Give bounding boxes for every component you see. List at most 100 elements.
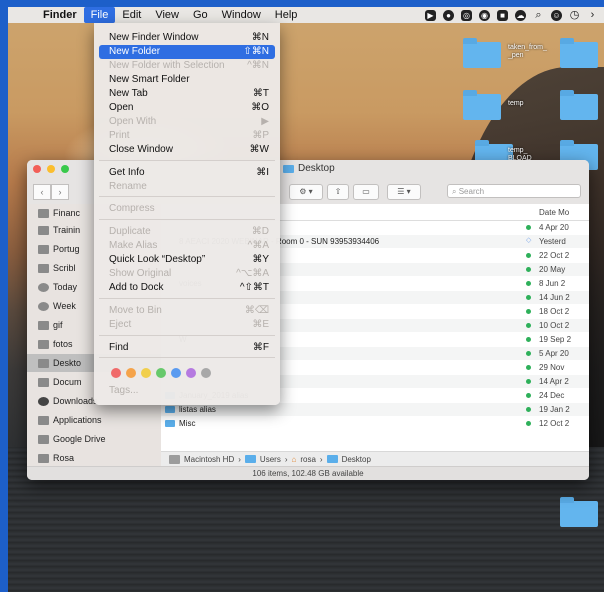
menu-item[interactable]: New Tab ⌘T (99, 87, 275, 101)
synced-status-icon (526, 351, 531, 356)
sidebar-item-label: Rosa (53, 453, 75, 463)
minimize-icon[interactable] (47, 165, 55, 173)
desktop-folder-taken-from-pen[interactable] (463, 38, 501, 68)
share-button[interactable]: ⇧ (327, 184, 349, 200)
dot-icon[interactable]: ● (443, 9, 454, 21)
menu-item-label: New Folder (109, 46, 161, 57)
menu-window[interactable]: Window (215, 7, 268, 23)
menu-item-shortcut: ^⇧⌘T (239, 282, 269, 293)
desktop-folder[interactable] (560, 497, 598, 527)
action-gear-button[interactable]: ⚙ ▾ (289, 184, 323, 200)
menu-file[interactable]: File (83, 7, 116, 23)
menu-item[interactable]: Open ⌘O (99, 101, 275, 115)
cloud-icon[interactable]: ☁ (515, 9, 526, 21)
search-icon: ⌕ (452, 187, 459, 196)
folder-icon (283, 164, 294, 173)
desktop-folder-temp[interactable] (463, 90, 501, 120)
app-icon[interactable]: ◎ (461, 9, 472, 21)
menu-item-shortcut: ⌘N (251, 32, 269, 43)
sidebar-item-label: Trainin (53, 225, 81, 235)
menu-item: Open With ▶ (99, 115, 275, 129)
menu-item-shortcut: ^⌘N (247, 60, 269, 71)
sidebar-item[interactable]: Google Drive (38, 430, 161, 448)
menu-finder[interactable]: Finder (36, 7, 84, 23)
menu-item-shortcut: ⌘E (252, 319, 269, 330)
menu-item[interactable]: New Smart Folder (99, 73, 275, 87)
desktop-folder[interactable] (560, 38, 598, 68)
search-input[interactable]: ⌕ Search (447, 184, 581, 198)
status-app-icon[interactable]: ◉ (479, 9, 490, 21)
synced-status-icon (526, 379, 531, 384)
path-item[interactable]: Desktop (342, 455, 371, 464)
tag-color-dot[interactable] (141, 368, 151, 378)
zoom-icon[interactable] (61, 165, 69, 173)
window-title: Desktop (283, 163, 335, 174)
folder-icon (165, 420, 175, 427)
menu-item[interactable]: Find ⌘F (99, 341, 275, 355)
menu-item-label: New Finder Window (109, 32, 199, 43)
group-button[interactable]: ☰ ▾ (387, 184, 421, 200)
menu-item: Tags... (99, 384, 275, 398)
menu-separator (99, 335, 275, 336)
tag-color-dot[interactable] (186, 368, 196, 378)
tag-color-dot[interactable] (156, 368, 166, 378)
folder-icon (38, 225, 49, 235)
date-modified: 22 Oct 2 (539, 251, 570, 260)
clock-icon[interactable]: ◷ (569, 9, 580, 21)
menu-edit[interactable]: Edit (115, 7, 148, 23)
sidebar-item[interactable]: Applications (38, 411, 161, 429)
menu-item-label: Show Original (109, 268, 172, 279)
menu-item[interactable]: Get Info ⌘I (99, 166, 275, 180)
menu-item: New Folder with Selection ^⌘N (99, 59, 275, 73)
tag-color-dot[interactable] (201, 368, 211, 378)
close-icon[interactable] (33, 165, 41, 173)
menu-item-shortcut: ⌘Y (252, 254, 269, 265)
chevron-icon[interactable]: › (587, 9, 598, 21)
folder-icon (463, 38, 501, 68)
tag-color-dot[interactable] (126, 368, 136, 378)
desktop-folder[interactable] (560, 90, 598, 120)
sidebar-item[interactable]: Rosa (38, 449, 161, 467)
menu-help[interactable]: Help (268, 7, 305, 23)
menu-item[interactable]: New Finder Window ⌘N (99, 31, 275, 45)
table-row[interactable]: Misc 12 Oct 2 (161, 417, 589, 430)
tag-color-dot[interactable] (111, 368, 121, 378)
path-item[interactable]: Macintosh HD (184, 455, 234, 464)
briefcase-icon[interactable]: ■ (497, 9, 508, 21)
menu-item[interactable]: Close Window ⌘W (99, 143, 275, 157)
menu-item: Move to Bin ⌘⌫ (99, 304, 275, 318)
menu-item[interactable]: Add to Dock ^⇧⌘T (99, 281, 275, 295)
back-button[interactable]: ‹ (33, 184, 51, 200)
sidebar-item-label: Applications (53, 415, 102, 425)
menu-item[interactable]: Quick Look “Desktop” ⌘Y (99, 253, 275, 267)
menu-item-shortcut: ^⌘A (247, 240, 269, 251)
menu-item-label: Print (109, 130, 130, 141)
sidebar-item-label: Deskto (53, 358, 82, 368)
chevron-right-icon: › (238, 454, 241, 464)
folder-icon (326, 455, 338, 463)
path-item[interactable]: Users (260, 455, 281, 464)
home-icon: ⌂ (291, 454, 297, 464)
date-modified: 12 Oct 2 (539, 419, 570, 428)
camera-icon[interactable]: ▶ (425, 9, 436, 21)
date-modified-header[interactable]: Date Mo (539, 208, 569, 217)
menu-item-shortcut: ⌘I (256, 167, 269, 178)
tag-colors (111, 368, 211, 378)
menu-go[interactable]: Go (186, 7, 215, 23)
applications-icon (38, 415, 49, 425)
menu-item-label: New Folder with Selection (109, 60, 225, 71)
date-modified: 29 Nov (539, 363, 565, 372)
tags-button[interactable]: ▭ (353, 184, 379, 200)
menu-view[interactable]: View (148, 7, 186, 23)
sidebar-item-label: Week (53, 301, 76, 311)
menu-item-shortcut: ⌘W (249, 144, 269, 155)
menu-item[interactable]: New Folder ⇧⌘N (99, 45, 275, 59)
sidebar-item-label: Downloads (53, 396, 98, 406)
folder-icon (244, 455, 256, 463)
search-icon[interactable]: ⌕ (533, 9, 544, 21)
tag-color-dot[interactable] (171, 368, 181, 378)
folder-icon (560, 497, 598, 527)
path-item[interactable]: rosa (300, 455, 316, 464)
forward-button[interactable]: › (51, 184, 69, 200)
user-icon[interactable]: ☺ (551, 9, 562, 21)
